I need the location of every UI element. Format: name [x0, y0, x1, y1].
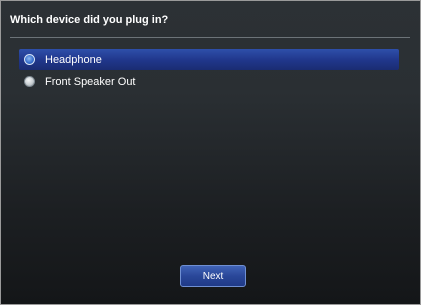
option-label: Front Speaker Out [45, 75, 136, 88]
option-label: Headphone [45, 53, 102, 66]
title-divider [10, 37, 410, 38]
radio-selected-icon[interactable] [24, 54, 35, 65]
option-headphone[interactable]: Headphone [19, 49, 399, 70]
radio-unselected-icon[interactable] [24, 76, 35, 87]
device-dialog: Which device did you plug in? Headphone … [0, 0, 421, 305]
dialog-title: Which device did you plug in? [10, 14, 169, 26]
option-front-speaker-out[interactable]: Front Speaker Out [19, 71, 399, 92]
device-options: Headphone Front Speaker Out [19, 49, 399, 93]
next-button[interactable]: Next [180, 265, 246, 287]
